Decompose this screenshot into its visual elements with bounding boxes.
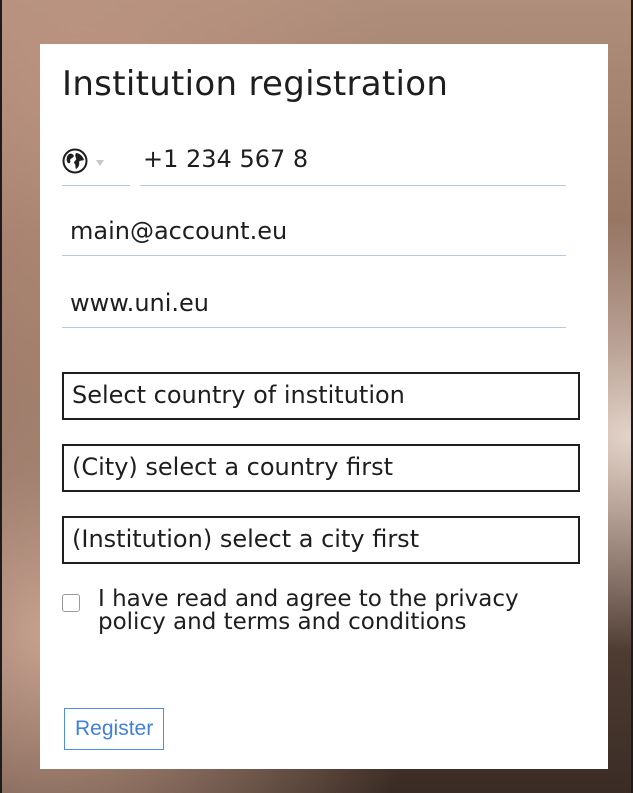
registration-card: Institution registration +1 234 567 8 ma… <box>40 44 608 769</box>
country-select[interactable]: Select country of institution <box>62 372 580 420</box>
agree-checkbox[interactable] <box>62 594 80 612</box>
email-input[interactable]: main@account.eu <box>62 208 566 256</box>
page-title: Institution registration <box>62 64 449 104</box>
agree-terms-row: I have read and agree to the privacy pol… <box>62 588 582 634</box>
chevron-down-icon <box>96 159 104 166</box>
city-select[interactable]: (City) select a country first <box>62 444 580 492</box>
agree-label: I have read and agree to the privacy pol… <box>98 586 519 635</box>
website-input[interactable]: www.uni.eu <box>62 280 566 328</box>
window-edge-left <box>0 0 2 793</box>
institution-select[interactable]: (Institution) select a city first <box>62 516 580 564</box>
globe-icon <box>62 148 88 173</box>
phone-input[interactable]: +1 234 567 8 <box>140 136 566 186</box>
register-button[interactable]: Register <box>64 708 165 750</box>
phone-country-selector[interactable] <box>62 136 130 186</box>
